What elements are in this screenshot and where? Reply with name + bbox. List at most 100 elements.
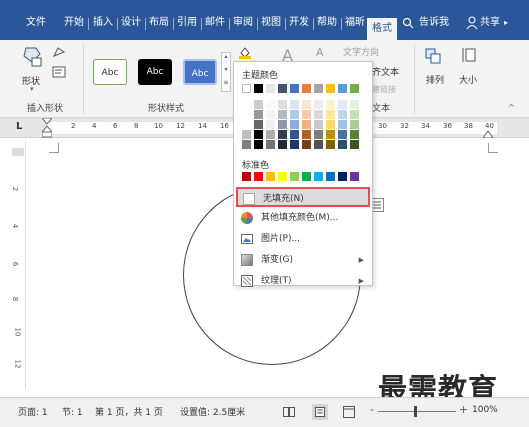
theme-color-swatch[interactable] [242, 120, 251, 129]
picture-fill-item[interactable]: 图片(P)... [236, 229, 370, 249]
theme-color-swatch[interactable] [326, 100, 335, 109]
tab-design[interactable]: 设计 [119, 14, 143, 32]
zoom-level[interactable]: 100% [472, 405, 498, 415]
theme-color-swatch[interactable] [290, 130, 299, 139]
text-outline-icon[interactable]: A [316, 46, 324, 59]
theme-color-swatch[interactable] [278, 110, 287, 119]
theme-color-swatch[interactable] [290, 120, 299, 129]
shape-icon[interactable] [22, 46, 44, 70]
theme-color-swatch[interactable] [338, 140, 347, 149]
theme-color-swatch[interactable] [338, 120, 347, 129]
collapse-ribbon-icon[interactable]: ^ [508, 103, 515, 112]
theme-color-swatch[interactable] [314, 84, 323, 93]
size-icon[interactable] [461, 46, 477, 64]
tab-review[interactable]: 审阅 [231, 14, 255, 32]
zoom-slider-thumb[interactable] [414, 406, 417, 417]
theme-color-swatch[interactable] [242, 84, 251, 93]
theme-color-swatch[interactable] [326, 130, 335, 139]
theme-color-swatch[interactable] [350, 120, 359, 129]
theme-color-swatch[interactable] [326, 110, 335, 119]
align-text-button[interactable]: 齐文本 [372, 65, 399, 78]
zoom-in-button[interactable]: + [459, 403, 468, 416]
tab-insert[interactable]: 插入 [91, 14, 115, 32]
theme-color-swatch[interactable] [266, 120, 275, 129]
theme-color-swatch[interactable] [266, 110, 275, 119]
zoom-slider[interactable] [378, 411, 456, 412]
tab-format[interactable]: 格式 [367, 18, 397, 40]
web-layout-icon[interactable] [343, 406, 355, 418]
standard-color-swatch[interactable] [302, 172, 311, 181]
tab-view[interactable]: 视图 [259, 14, 283, 32]
theme-color-swatch[interactable] [290, 84, 299, 93]
theme-color-swatch[interactable] [266, 84, 275, 93]
zoom-out-button[interactable]: - [370, 403, 374, 416]
theme-color-swatch[interactable] [242, 130, 251, 139]
theme-color-swatch[interactable] [242, 140, 251, 149]
standard-color-swatch[interactable] [254, 172, 263, 181]
tab-home[interactable]: 开始 [62, 14, 86, 32]
theme-color-swatch[interactable] [302, 120, 311, 129]
indent-marker-icon[interactable] [40, 117, 54, 138]
more-fill-colors-item[interactable]: 其他填充颜色(M)... [236, 208, 370, 228]
theme-color-swatch[interactable] [338, 100, 347, 109]
standard-color-swatch[interactable] [314, 172, 323, 181]
theme-color-swatch[interactable] [278, 84, 287, 93]
theme-color-swatch[interactable] [254, 120, 263, 129]
chevron-right-icon[interactable]: ▸ [504, 18, 508, 27]
shape-style-sample[interactable]: Abc [183, 59, 217, 85]
standard-color-swatch[interactable] [338, 172, 347, 181]
arrange-icon[interactable] [425, 48, 441, 64]
share-button[interactable]: 共享 [478, 14, 502, 32]
theme-color-swatch[interactable] [254, 100, 263, 109]
chevron-down-icon[interactable]: ▾ [30, 85, 34, 93]
theme-color-swatch[interactable] [314, 110, 323, 119]
theme-color-swatch[interactable] [290, 140, 299, 149]
tab-stop-icon[interactable]: L [16, 121, 22, 132]
person-icon[interactable] [466, 16, 478, 30]
theme-color-swatch[interactable] [290, 100, 299, 109]
read-mode-icon[interactable] [283, 406, 295, 418]
tab-references[interactable]: 引用 [175, 14, 199, 32]
theme-color-swatch[interactable] [326, 84, 335, 93]
texture-fill-item[interactable]: 纹理(T) ▶ [236, 271, 370, 291]
create-link-button[interactable]: 建链接 [372, 84, 396, 95]
standard-color-swatch[interactable] [290, 172, 299, 181]
theme-color-swatch[interactable] [350, 84, 359, 93]
theme-color-swatch[interactable] [350, 140, 359, 149]
lightbulb-icon[interactable] [402, 17, 414, 29]
theme-color-swatch[interactable] [302, 130, 311, 139]
no-fill-item[interactable]: 无填充(N) [236, 187, 370, 207]
right-indent-icon[interactable] [482, 128, 494, 139]
text-box-icon[interactable] [52, 66, 66, 78]
shape-style-sample[interactable]: Abc [138, 59, 172, 85]
theme-color-swatch[interactable] [266, 100, 275, 109]
theme-color-swatch[interactable] [278, 100, 287, 109]
theme-color-swatch[interactable] [278, 130, 287, 139]
tab-help[interactable]: 帮助 [315, 14, 339, 32]
arrange-button[interactable]: 排列 [426, 73, 444, 86]
theme-color-swatch[interactable] [302, 140, 311, 149]
theme-color-swatch[interactable] [266, 130, 275, 139]
tab-foxit[interactable]: 福昕 [343, 14, 367, 32]
theme-color-swatch[interactable] [302, 100, 311, 109]
tab-file[interactable]: 文件 [24, 14, 48, 32]
status-page-count[interactable]: 第 1 页，共 1 页 [95, 405, 163, 418]
standard-color-swatch[interactable] [326, 172, 335, 181]
theme-color-swatch[interactable] [314, 100, 323, 109]
theme-color-swatch[interactable] [314, 140, 323, 149]
theme-color-swatch[interactable] [338, 130, 347, 139]
edit-shape-icon[interactable] [52, 46, 66, 58]
shape-style-sample[interactable]: Abc [93, 59, 127, 85]
tab-layout[interactable]: 布局 [147, 14, 171, 32]
shape-fill-icon[interactable] [238, 45, 252, 59]
theme-color-swatch[interactable] [278, 140, 287, 149]
theme-color-swatch[interactable] [350, 130, 359, 139]
theme-color-swatch[interactable] [314, 120, 323, 129]
theme-color-swatch[interactable] [254, 140, 263, 149]
theme-color-swatch[interactable] [302, 110, 311, 119]
status-setting[interactable]: 设置值: 2.5厘米 [180, 405, 245, 418]
theme-color-swatch[interactable] [254, 130, 263, 139]
text-direction-button[interactable]: 文字方向 [343, 45, 379, 58]
status-page[interactable]: 页面: 1 [18, 405, 48, 418]
theme-color-swatch[interactable] [326, 140, 335, 149]
